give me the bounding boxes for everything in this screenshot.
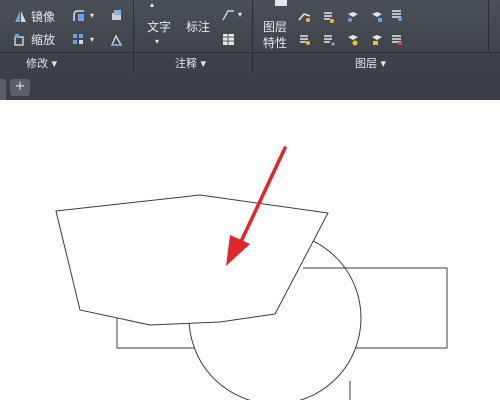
fillet-icon[interactable]	[72, 9, 85, 22]
drawing-area[interactable]	[0, 100, 500, 404]
array-icon[interactable]	[72, 33, 85, 46]
text-tool-label[interactable]: 文字	[147, 20, 171, 34]
layer-off-icon[interactable]	[346, 33, 359, 46]
text-tool-dropdown-indicator: ▴	[150, 0, 155, 9]
drawing-tab-strip	[0, 73, 500, 100]
text-tool-dropdown-icon[interactable]: ▾	[155, 35, 159, 49]
scale-icon[interactable]	[14, 33, 27, 46]
ribbon-panel-title-bar	[0, 52, 500, 74]
modify-panel-title[interactable]: 修改 ▾	[26, 55, 57, 71]
layer-make-current-icon[interactable]	[298, 33, 311, 46]
layer-properties-label-line1[interactable]: 图层	[263, 20, 287, 34]
layer-previous-icon[interactable]	[322, 10, 335, 23]
layer-panel-title[interactable]: 图层 ▾	[355, 55, 386, 71]
erase-icon[interactable]	[110, 9, 123, 22]
annotation-panel-title[interactable]: 注释 ▾	[175, 55, 206, 71]
tab-edge	[0, 79, 6, 100]
table-icon[interactable]	[222, 33, 235, 46]
layer-match-icon[interactable]	[298, 10, 311, 23]
leader-dropdown-icon[interactable]: ▾	[238, 8, 242, 22]
dimension-tool-label[interactable]: 标注	[186, 20, 210, 34]
new-drawing-tab-button[interactable]: +	[10, 79, 30, 96]
layer-merge-icon[interactable]	[390, 33, 403, 46]
fillet-dropdown-icon[interactable]: ▾	[90, 9, 94, 23]
layer-freeze-icon[interactable]	[370, 10, 383, 23]
scale-button-label[interactable]: 缩放	[31, 33, 55, 47]
layer-stack-icon[interactable]	[390, 8, 403, 21]
mirror-button-label[interactable]: 镜像	[31, 10, 55, 24]
array-dropdown-icon[interactable]: ▾	[90, 33, 94, 47]
layer-properties-label-line2[interactable]: 特性	[263, 36, 287, 50]
stretch-icon[interactable]	[110, 33, 123, 46]
panel-separator	[133, 52, 134, 73]
drawing-canvas[interactable]	[0, 100, 500, 404]
layer-isolate-icon[interactable]	[346, 10, 359, 23]
leader-icon[interactable]	[222, 8, 235, 21]
layer-properties-top-icon[interactable]	[275, 0, 287, 6]
layer-lock-icon[interactable]	[370, 33, 383, 46]
panel-separator	[252, 52, 253, 73]
layer-walk-icon[interactable]	[322, 33, 335, 46]
mirror-icon[interactable]	[14, 10, 27, 23]
